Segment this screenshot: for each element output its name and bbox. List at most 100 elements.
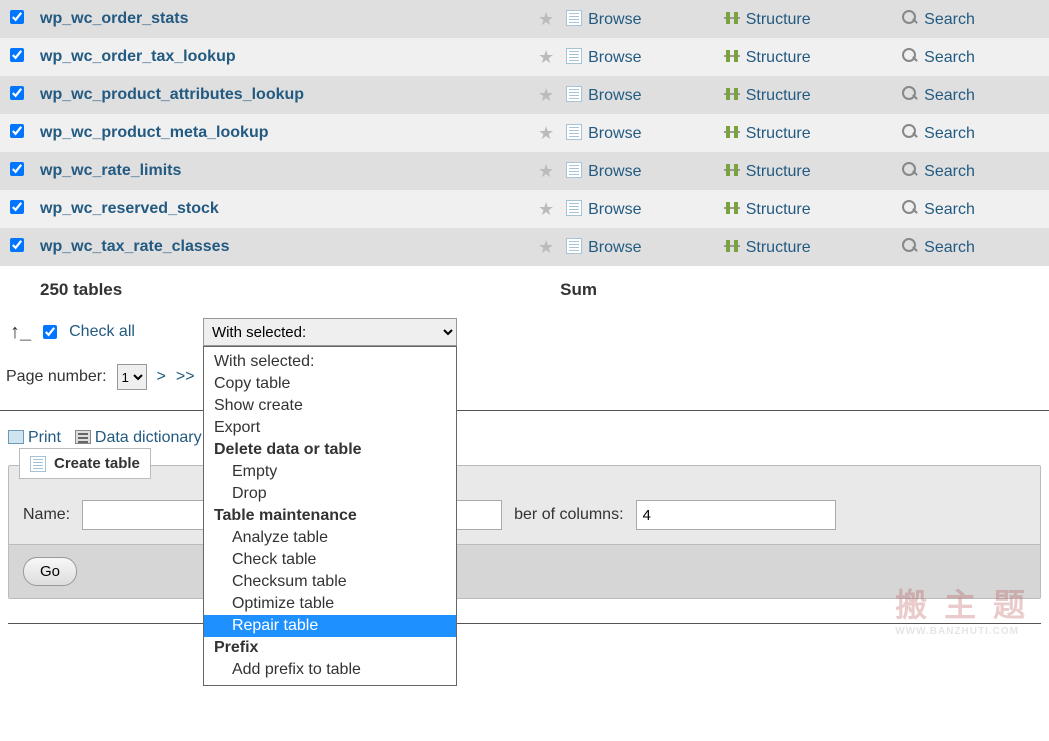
dropdown-option[interactable]: With selected: (204, 351, 456, 373)
favorite-star-icon[interactable]: ★ (538, 85, 554, 105)
structure-link[interactable]: Structure (746, 201, 811, 218)
browse-icon (566, 86, 582, 102)
browse-link[interactable]: Browse (588, 201, 641, 218)
structure-link[interactable]: Structure (746, 49, 811, 66)
last-page-link[interactable]: >> (176, 368, 195, 386)
structure-link[interactable]: Structure (746, 239, 811, 256)
structure-icon (724, 238, 740, 254)
with-selected-select[interactable]: With selected: (203, 318, 457, 346)
dropdown-option[interactable]: Optimize table (204, 593, 456, 615)
dropdown-option[interactable]: Add prefix to table (204, 659, 456, 681)
search-icon (902, 162, 918, 178)
page-number-select[interactable]: 1 (117, 364, 147, 390)
page-number-label: Page number: (6, 368, 107, 386)
favorite-star-icon[interactable]: ★ (538, 123, 554, 143)
with-selected-wrapper: With selected: With selected:Copy tableS… (203, 318, 457, 346)
structure-icon (724, 124, 740, 140)
table-row: wp_wc_order_tax_lookup ★ Browse Structure Se… (0, 38, 1049, 76)
browse-icon (566, 48, 582, 64)
search-icon (902, 124, 918, 140)
data-dictionary-link[interactable]: Data dictionary (75, 429, 202, 447)
name-label: Name: (23, 506, 70, 524)
dropdown-option[interactable]: Analyze table (204, 527, 456, 549)
table-name-link[interactable]: wp_wc_order_tax_lookup (40, 48, 236, 65)
table-icon (30, 456, 46, 472)
search-link[interactable]: Search (924, 11, 975, 28)
structure-link[interactable]: Structure (746, 87, 811, 104)
next-page-link[interactable]: > (157, 368, 166, 386)
table-row: wp_wc_reserved_stock ★ Browse Structure Sear… (0, 190, 1049, 228)
table-name-link[interactable]: wp_wc_product_meta_lookup (40, 124, 269, 141)
row-checkbox[interactable] (10, 86, 24, 100)
row-checkbox[interactable] (10, 10, 24, 24)
dropdown-group-header: Delete data or table (204, 439, 456, 461)
structure-link[interactable]: Structure (746, 163, 811, 180)
search-icon (902, 10, 918, 26)
search-link[interactable]: Search (924, 163, 975, 180)
table-name-link[interactable]: wp_wc_rate_limits (40, 162, 181, 179)
search-link[interactable]: Search (924, 49, 975, 66)
structure-link[interactable]: Structure (746, 11, 811, 28)
favorite-star-icon[interactable]: ★ (538, 47, 554, 67)
check-all-checkbox[interactable] (43, 325, 57, 339)
dropdown-option[interactable]: Empty (204, 461, 456, 483)
favorite-star-icon[interactable]: ★ (538, 237, 554, 257)
browse-link[interactable]: Browse (588, 239, 641, 256)
table-name-link[interactable]: wp_wc_reserved_stock (40, 200, 219, 217)
search-icon (902, 238, 918, 254)
columns-input[interactable] (636, 500, 836, 530)
dropdown-option[interactable]: Checksum table (204, 571, 456, 593)
browse-link[interactable]: Browse (588, 49, 641, 66)
dropdown-option[interactable]: Check table (204, 549, 456, 571)
dropdown-option[interactable]: Show create (204, 395, 456, 417)
dropdown-group-header: Prefix (204, 637, 456, 659)
browse-link[interactable]: Browse (588, 125, 641, 142)
browse-link[interactable]: Browse (588, 11, 641, 28)
go-button[interactable]: Go (23, 557, 77, 586)
print-link[interactable]: Print (8, 429, 61, 447)
dropdown-option[interactable]: Export (204, 417, 456, 439)
arrow-up-icon: ↑_ (10, 321, 31, 344)
browse-link[interactable]: Browse (588, 87, 641, 104)
sum-label: Sum (560, 266, 1049, 304)
row-checkbox[interactable] (10, 124, 24, 138)
with-selected-dropdown[interactable]: With selected:Copy tableShow createExpor… (203, 346, 457, 686)
table-row: wp_wc_tax_rate_classes ★ Browse Structure Se… (0, 228, 1049, 266)
dropdown-option[interactable]: Drop (204, 483, 456, 505)
row-checkbox[interactable] (10, 48, 24, 62)
search-link[interactable]: Search (924, 201, 975, 218)
structure-link[interactable]: Structure (746, 125, 811, 142)
structure-icon (724, 48, 740, 64)
table-row: wp_wc_order_stats ★ Browse Structure Search (0, 0, 1049, 38)
favorite-star-icon[interactable]: ★ (538, 9, 554, 29)
check-all-link[interactable]: Check all (69, 323, 135, 341)
row-checkbox[interactable] (10, 200, 24, 214)
pagination-row: Page number: 1 > >> (0, 354, 1049, 406)
structure-icon (724, 162, 740, 178)
browse-icon (566, 238, 582, 254)
search-link[interactable]: Search (924, 239, 975, 256)
table-name-link[interactable]: wp_wc_order_stats (40, 10, 189, 27)
search-link[interactable]: Search (924, 87, 975, 104)
favorite-star-icon[interactable]: ★ (538, 199, 554, 219)
dropdown-option[interactable]: Copy table (204, 373, 456, 395)
browse-icon (566, 10, 582, 26)
search-link[interactable]: Search (924, 125, 975, 142)
table-row: wp_wc_product_attributes_lookup ★ Browse St… (0, 76, 1049, 114)
favorite-star-icon[interactable]: ★ (538, 161, 554, 181)
create-table-fieldset: Create table Name: ber of columns: Go (8, 465, 1041, 599)
columns-label: ber of columns: (514, 506, 623, 524)
table-count: 250 tables (34, 266, 532, 304)
browse-link[interactable]: Browse (588, 163, 641, 180)
row-checkbox[interactable] (10, 238, 24, 252)
table-name-link[interactable]: wp_wc_tax_rate_classes (40, 238, 229, 255)
structure-icon (724, 86, 740, 102)
dropdown-option[interactable]: Repair table (204, 615, 456, 637)
table-row: wp_wc_product_meta_lookup ★ Browse Structur… (0, 114, 1049, 152)
divider-bottom (8, 623, 1041, 624)
browse-icon (566, 124, 582, 140)
table-name-link[interactable]: wp_wc_product_attributes_lookup (40, 86, 304, 103)
row-checkbox[interactable] (10, 162, 24, 176)
table-row: wp_wc_rate_limits ★ Browse Structure Search (0, 152, 1049, 190)
summary-row: 250 tables Sum (0, 266, 1049, 304)
